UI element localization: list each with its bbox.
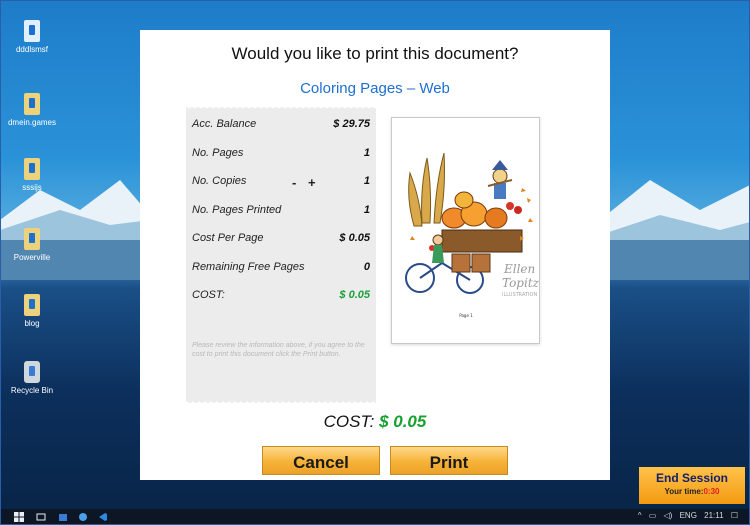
file-icon xyxy=(24,228,40,250)
row-value: 1 xyxy=(363,175,370,187)
desktop-icon-label: Recycle Bin xyxy=(10,386,54,395)
copies-stepper: - + xyxy=(292,175,324,190)
row-pages-printed: No. Pages Printed 1 xyxy=(192,204,370,222)
network-icon[interactable]: ▭ xyxy=(649,511,657,520)
row-label: Cost Per Page xyxy=(192,232,264,244)
end-session-label: End Session xyxy=(655,471,729,485)
print-dialog: Would you like to print this document? C… xyxy=(140,30,610,480)
copies-increment-button[interactable]: + xyxy=(308,175,316,190)
task-view-icon[interactable] xyxy=(36,512,46,522)
row-value: $ 29.75 xyxy=(333,118,370,130)
illustrator-signature: Ellen xyxy=(503,262,535,276)
row-label: Remaining Free Pages xyxy=(192,261,305,273)
row-cost-per-page: Cost Per Page $ 0.05 xyxy=(192,232,370,250)
desktop-icon-label: Powerville xyxy=(13,253,51,262)
desktop-icon-sssijs[interactable]: sssijs xyxy=(4,158,60,192)
print-summary-receipt: Acc. Balance $ 29.75 No. Pages 1 No. Cop… xyxy=(186,106,376,403)
document-preview: Ellen Topitzer ILLUSTRATION Page 1 xyxy=(391,117,553,344)
total-cost-value: $ 0.05 xyxy=(379,412,427,431)
session-time-label: Your time: xyxy=(664,487,704,496)
dialog-title: Would you like to print this document? xyxy=(231,44,519,63)
row-label: COST: xyxy=(192,289,225,301)
windows-start-icon[interactable] xyxy=(14,512,24,522)
row-acc-balance: Acc. Balance $ 29.75 xyxy=(192,118,370,136)
session-time-value: 0:30 xyxy=(703,487,720,496)
row-label: No. Pages xyxy=(192,147,244,159)
desktop-icon-label: dmein.games xyxy=(7,118,57,127)
row-value: $ 0.05 xyxy=(339,289,370,301)
desktop-icon-dddlsmsf[interactable]: dddlsmsf xyxy=(4,20,60,54)
row-no-pages: No. Pages 1 xyxy=(192,147,370,165)
vscode-file-icon xyxy=(24,20,40,42)
illustrator-tagline: ILLUSTRATION xyxy=(502,292,537,298)
row-value: $ 0.05 xyxy=(339,232,370,244)
recycle-bin-icon xyxy=(24,361,40,383)
desktop-icon-recycle-bin[interactable]: Recycle Bin xyxy=(4,361,60,395)
file-icon xyxy=(24,158,40,180)
row-value: 1 xyxy=(363,204,370,216)
store-icon[interactable] xyxy=(58,512,68,522)
desktop-icon-dmein-games[interactable]: dmein.games xyxy=(4,93,60,127)
desktop-icon-label: dddlsmsf xyxy=(15,45,48,54)
illustrator-signature-surname: Topitzer xyxy=(502,276,539,290)
row-label: No. Copies xyxy=(192,175,247,187)
total-cost: COST: $ 0.05 xyxy=(140,412,610,432)
notifications-icon[interactable]: ☐ xyxy=(731,511,738,520)
file-icon xyxy=(24,294,40,316)
desktop-icon-label: blog xyxy=(24,319,40,328)
total-cost-label: COST: xyxy=(323,412,375,431)
settings-icon[interactable] xyxy=(78,512,88,522)
language-indicator[interactable]: ENG xyxy=(680,511,697,520)
review-note: Please review the information above, if … xyxy=(192,342,365,358)
row-remaining-free-pages: Remaining Free Pages 0 xyxy=(192,261,370,279)
taskbar: ^ ▭ ◁) ENG 21:11 ☐ xyxy=(0,509,750,525)
cancel-button[interactable]: Cancel xyxy=(262,446,380,475)
row-label: No. Pages Printed xyxy=(192,204,282,216)
row-label: Acc. Balance xyxy=(192,118,257,130)
desktop-icon-powerville[interactable]: Powerville xyxy=(4,228,60,262)
system-tray: ^ ▭ ◁) ENG 21:11 ☐ xyxy=(633,511,738,520)
file-icon xyxy=(24,93,40,115)
row-value: 1 xyxy=(363,147,370,159)
session-time: Your time:0:30 xyxy=(639,487,745,496)
clock[interactable]: 21:11 xyxy=(704,511,723,520)
desktop-icon-label: sssijs xyxy=(22,183,42,192)
volume-icon[interactable]: ◁) xyxy=(664,511,673,520)
row-value: 0 xyxy=(363,261,370,273)
end-session-button[interactable]: End Session Your time:0:30 xyxy=(639,467,745,504)
chevron-up-icon[interactable]: ^ xyxy=(638,511,642,520)
print-button[interactable]: Print xyxy=(390,446,508,475)
copies-decrement-button[interactable]: - xyxy=(292,175,296,190)
document-name: Coloring Pages – Web xyxy=(300,80,450,97)
vscode-icon[interactable] xyxy=(98,512,108,522)
preview-page-label: Page 1 xyxy=(459,313,473,318)
desktop-icon-blog[interactable]: blog xyxy=(4,294,60,328)
coloring-page-illustration: Ellen Topitzer ILLUSTRATION Page 1 xyxy=(405,152,553,318)
row-cost: COST: $ 0.05 xyxy=(192,289,370,307)
row-no-copies: No. Copies - + 1 xyxy=(192,175,370,193)
